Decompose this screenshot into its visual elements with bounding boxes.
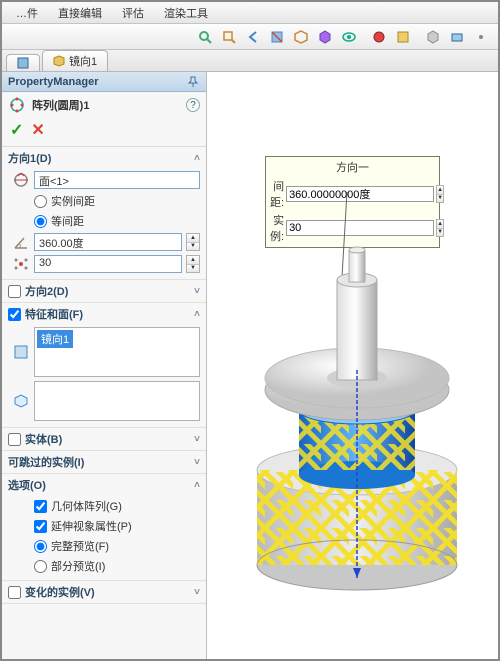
section-title: 可跳过的实例(I) xyxy=(8,454,84,470)
radio-instance-spacing[interactable]: 实例间距 xyxy=(12,193,200,209)
section-direction1: 方向1(D) ˄ 面<1> 实例间距 等间距 360.00度 ▲▼ 30 xyxy=(2,147,206,280)
pm-feature-header: 阵列(圆周)1 ? xyxy=(2,92,206,118)
count-icon xyxy=(12,255,30,273)
pm-title-bar: PropertyManager xyxy=(2,72,206,92)
pin-icon[interactable] xyxy=(186,75,200,89)
chevron-down-icon: ˅ xyxy=(194,457,200,468)
feature-tab[interactable]: 镜向1 xyxy=(42,50,108,71)
section-view-icon[interactable] xyxy=(266,27,288,47)
callout-spacing-label: 间距: xyxy=(270,178,284,210)
count-spinner[interactable]: ▲▼ xyxy=(186,255,200,273)
chevron-up-icon: ˄ xyxy=(194,153,200,164)
radio-partial-preview[interactable]: 部分预览(I) xyxy=(12,558,200,574)
dir2-checkbox[interactable] xyxy=(8,285,21,298)
callout-title: 方向一 xyxy=(270,159,435,177)
section-title: 变化的实例(V) xyxy=(25,584,95,600)
axis-selection-input[interactable]: 面<1> xyxy=(34,171,200,189)
view-settings-icon[interactable] xyxy=(422,27,444,47)
features-checkbox[interactable] xyxy=(8,308,21,321)
property-manager-panel: PropertyManager 阵列(圆周)1 ? ✓ ✕ 方向1(D) ˄ xyxy=(2,72,207,659)
pm-title-text: PropertyManager xyxy=(8,76,98,88)
vary-checkbox[interactable] xyxy=(8,586,21,599)
pm-feature-name: 阵列(圆周)1 xyxy=(32,97,89,113)
face-list-icon xyxy=(12,392,30,410)
feature-tab-label: 镜向1 xyxy=(69,53,97,69)
chevron-down-icon: ˅ xyxy=(194,434,200,445)
selected-feature-item[interactable]: 镜向1 xyxy=(37,330,73,348)
section-bodies: 实体(B) ˅ xyxy=(2,428,206,451)
section-header[interactable]: 特征和面(F) ˄ xyxy=(2,303,206,325)
section-title: 特征和面(F) xyxy=(25,306,83,322)
menu-item[interactable]: 评估 xyxy=(112,3,154,23)
pm-confirm-row: ✓ ✕ xyxy=(2,118,206,147)
prev-view-icon[interactable] xyxy=(242,27,264,47)
section-header[interactable]: 方向2(D) ˅ xyxy=(2,280,206,302)
section-vary: 变化的实例(V) ˅ xyxy=(2,581,206,604)
menu-item[interactable]: 渲染工具 xyxy=(154,3,218,23)
radio-full-preview[interactable]: 完整预览(F) xyxy=(12,538,200,554)
axis-icon[interactable] xyxy=(12,171,30,189)
render-icon[interactable] xyxy=(446,27,468,47)
bodies-checkbox[interactable] xyxy=(8,433,21,446)
help-icon[interactable]: ? xyxy=(186,98,200,112)
section-features: 特征和面(F) ˄ 镜向1 xyxy=(2,303,206,428)
section-header[interactable]: 可跳过的实例(I) ˅ xyxy=(2,451,206,473)
check-propagate-visual[interactable]: 延伸视象属性(P) xyxy=(12,518,200,534)
check-geometry-pattern[interactable]: 几何体阵列(G) xyxy=(12,498,200,514)
face-selection-list[interactable] xyxy=(34,381,200,421)
zoom-area-icon[interactable] xyxy=(218,27,240,47)
feature-tab-bar: 镜向1 xyxy=(2,50,498,72)
circular-pattern-icon xyxy=(8,96,26,114)
chevron-down-icon: ˅ xyxy=(194,587,200,598)
zoom-fit-icon[interactable] xyxy=(194,27,216,47)
section-title: 实体(B) xyxy=(25,431,62,447)
section-title: 方向1(D) xyxy=(8,150,51,166)
graphics-viewport[interactable]: 方向一 间距: ▲▼ 实例: ▲▼ xyxy=(207,72,498,659)
section-options: 选项(O) ˄ 几何体阵列(G) 延伸视象属性(P) 完整预览(F) 部分预览(… xyxy=(2,474,206,581)
workspace: PropertyManager 阵列(圆周)1 ? ✓ ✕ 方向1(D) ˄ xyxy=(2,72,498,659)
chevron-down-icon: ˅ xyxy=(194,286,200,297)
chevron-up-icon: ˄ xyxy=(194,309,200,320)
radio-equal-spacing[interactable]: 等间距 xyxy=(12,213,200,229)
extra-icon[interactable] xyxy=(470,27,492,47)
angle-spinner[interactable]: ▲▼ xyxy=(186,233,200,251)
scene-icon[interactable] xyxy=(392,27,414,47)
section-title: 方向2(D) xyxy=(25,283,68,299)
menu-bar: …件 直接编辑 评估 渲染工具 xyxy=(2,2,498,24)
count-input[interactable]: 30 xyxy=(34,255,182,273)
menu-item[interactable]: 直接编辑 xyxy=(48,3,112,23)
display-style-icon[interactable] xyxy=(314,27,336,47)
section-title: 选项(O) xyxy=(8,477,46,493)
tree-tab[interactable] xyxy=(6,54,40,71)
feature-list-icon xyxy=(12,343,30,361)
section-skip: 可跳过的实例(I) ˅ xyxy=(2,451,206,474)
angle-icon xyxy=(12,233,30,251)
view-toolbar xyxy=(2,24,498,50)
angle-input[interactable]: 360.00度 xyxy=(34,233,182,251)
section-header[interactable]: 实体(B) ˅ xyxy=(2,428,206,450)
view-orient-icon[interactable] xyxy=(290,27,312,47)
callout-spacing-spinner[interactable]: ▲▼ xyxy=(436,185,444,203)
appearance-icon[interactable] xyxy=(368,27,390,47)
section-direction2: 方向2(D) ˅ xyxy=(2,280,206,303)
cancel-button[interactable]: ✕ xyxy=(31,120,44,140)
3d-model xyxy=(237,220,477,600)
ok-button[interactable]: ✓ xyxy=(10,120,23,140)
hide-show-icon[interactable] xyxy=(338,27,360,47)
section-header[interactable]: 方向1(D) ˄ xyxy=(2,147,206,169)
menu-item[interactable]: …件 xyxy=(6,3,48,23)
feature-selection-list[interactable]: 镜向1 xyxy=(34,327,200,377)
chevron-up-icon: ˄ xyxy=(194,480,200,491)
section-header[interactable]: 选项(O) ˄ xyxy=(2,474,206,496)
section-header[interactable]: 变化的实例(V) ˅ xyxy=(2,581,206,603)
callout-spacing-input[interactable] xyxy=(286,186,434,202)
